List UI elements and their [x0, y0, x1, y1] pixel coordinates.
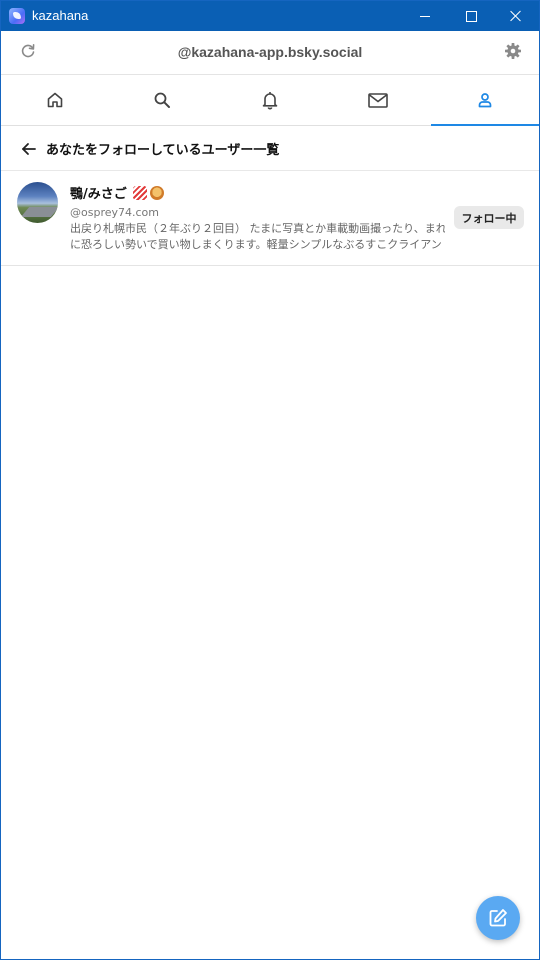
- close-button[interactable]: [493, 1, 539, 31]
- user-bio: 出戻り札幌市民（２年ぶり２回目） たまに写真とか車載動画撮ったり、まれ に恐ろし…: [70, 221, 445, 253]
- page-title: あなたをフォローしているユーザー一覧: [46, 143, 280, 158]
- user-handle: @osprey74.com: [70, 206, 159, 219]
- settings-button[interactable]: [503, 41, 523, 61]
- search-icon: [154, 92, 171, 108]
- barber-pole-emoji-icon: [132, 185, 147, 200]
- title-bar: kazahana: [1, 1, 539, 31]
- compose-button[interactable]: [476, 896, 520, 940]
- arrow-left-icon: [22, 143, 36, 155]
- minimize-icon: [420, 15, 430, 17]
- list-item[interactable]: 鶚/みさご @osprey74.com 出戻り札幌市民（２年ぶり２回目） たまに…: [1, 171, 539, 266]
- tab-bar: [1, 75, 539, 126]
- back-button[interactable]: [19, 139, 39, 159]
- home-icon: [47, 92, 63, 108]
- mail-icon: [367, 93, 388, 108]
- account-handle: @kazahana-app.bsky.social: [177, 44, 363, 60]
- bell-icon: [262, 92, 278, 110]
- tab-profile[interactable]: [431, 75, 539, 126]
- following-button[interactable]: フォロー中: [454, 206, 524, 229]
- app-logo-icon: [9, 8, 25, 24]
- bio-line: 出戻り札幌市民（２年ぶり２回目） たまに写真とか車載動画撮ったり、まれ: [70, 222, 445, 235]
- app-window: kazahana @kazahana-app.bsky.social あなたをフ…: [0, 0, 540, 960]
- close-icon: [510, 10, 522, 22]
- bio-line: に恐ろしい勢いで買い物しまくります。軽量シンプルなぶるすこクライアントアプリ..…: [70, 238, 445, 251]
- gear-icon: [505, 43, 521, 59]
- avatar-photo: [20, 207, 58, 217]
- tab-notifications[interactable]: [216, 75, 324, 125]
- tab-home[interactable]: [1, 75, 109, 125]
- maximize-button[interactable]: [448, 1, 494, 31]
- maximize-icon: [465, 10, 477, 22]
- avatar[interactable]: [17, 182, 58, 223]
- pancake-emoji-icon: [149, 185, 164, 200]
- display-name-text: 鶚/みさご: [70, 187, 127, 202]
- tab-messages[interactable]: [324, 75, 432, 125]
- page-header: あなたをフォローしているユーザー一覧: [1, 126, 539, 171]
- tab-search[interactable]: [109, 75, 217, 125]
- compose-icon: [489, 909, 507, 927]
- person-icon: [478, 93, 492, 108]
- minimize-button[interactable]: [402, 1, 448, 31]
- user-display-name: 鶚/みさご: [70, 183, 164, 202]
- window-title: kazahana: [32, 8, 89, 23]
- account-header: @kazahana-app.bsky.social: [1, 31, 539, 75]
